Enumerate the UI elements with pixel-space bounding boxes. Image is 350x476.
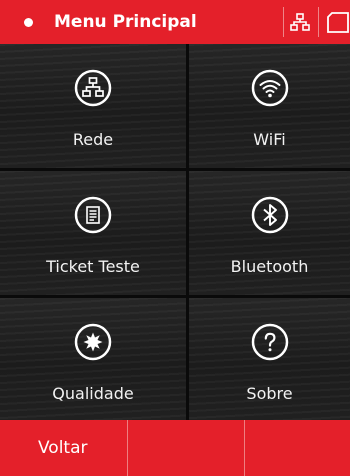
header-bar: Menu Principal bbox=[0, 0, 350, 44]
footer-divider bbox=[127, 420, 128, 476]
grid-divider bbox=[0, 295, 350, 298]
menu-item-label: WiFi bbox=[253, 130, 286, 149]
menu-item-label: Rede bbox=[72, 130, 114, 149]
grid-divider bbox=[0, 168, 350, 171]
bluetooth-icon bbox=[251, 196, 288, 234]
menu-item-wifi[interactable]: WiFi bbox=[189, 44, 350, 168]
menu-item-qualidade[interactable]: Qualidade bbox=[0, 298, 186, 420]
menu-item-label: Bluetooth bbox=[230, 257, 309, 276]
menu-item-label: Qualidade bbox=[52, 384, 134, 403]
sd-card-icon bbox=[327, 12, 349, 33]
menu-item-bluetooth[interactable]: Bluetooth bbox=[189, 171, 350, 295]
menu-grid: Rede WiFi Ticket Teste Bluetooth Qualida… bbox=[0, 44, 350, 420]
menu-item-label: Sobre bbox=[246, 384, 293, 403]
back-button[interactable]: Voltar bbox=[0, 420, 127, 476]
menu-item-ticket-teste[interactable]: Ticket Teste bbox=[0, 171, 186, 295]
network-icon bbox=[74, 69, 112, 107]
footer-divider bbox=[244, 420, 245, 476]
header-divider bbox=[318, 7, 319, 37]
menu-item-rede[interactable]: Rede bbox=[0, 44, 186, 168]
header-divider bbox=[283, 7, 284, 37]
screen: Menu Principal Rede WiFi Ticket Teste Bl… bbox=[0, 0, 350, 476]
page-title: Menu Principal bbox=[54, 12, 197, 32]
network-status-icon bbox=[290, 13, 310, 31]
menu-item-label: Ticket Teste bbox=[46, 257, 140, 276]
grid-divider bbox=[186, 44, 189, 420]
help-icon bbox=[251, 323, 288, 361]
wifi-icon bbox=[251, 69, 288, 107]
ticket-icon bbox=[74, 196, 112, 234]
footer-bar: Voltar bbox=[0, 420, 350, 476]
menu-item-sobre[interactable]: Sobre bbox=[189, 298, 350, 420]
status-dot-icon bbox=[24, 17, 33, 27]
quality-icon bbox=[74, 323, 112, 361]
